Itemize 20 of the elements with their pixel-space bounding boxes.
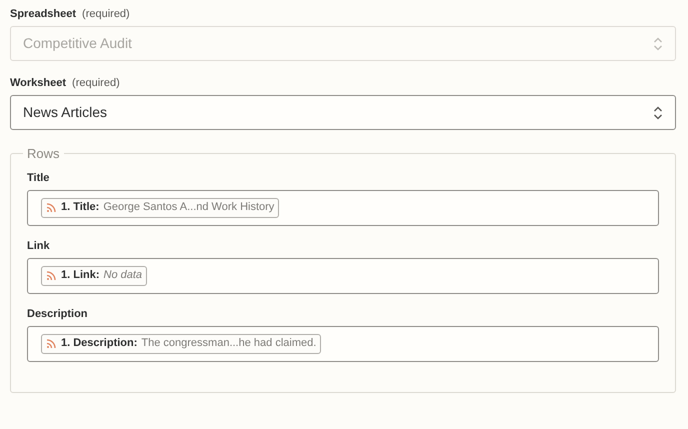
data-pill[interactable]: 1. Title: George Santos A...nd Work History [41, 198, 280, 218]
data-pill[interactable]: 1. Description: The congressman...he had claimed. [41, 334, 322, 354]
field-label: Link [27, 238, 51, 252]
data-pill[interactable]: 1. Link: No data [41, 266, 148, 286]
field-label: Description [27, 306, 89, 320]
field-label: Title [27, 170, 50, 184]
rss-icon [46, 270, 57, 281]
mapping-field[interactable]: 1. Description: The congressman...he had claimed. [27, 326, 659, 362]
mapping-field[interactable]: 1. Title: George Santos A...nd Work History [27, 190, 659, 226]
required-hint: (required) [72, 76, 120, 91]
select-field[interactable]: News Articles [10, 95, 676, 130]
required-hint: (required) [82, 7, 130, 22]
field-label: Worksheet [10, 76, 66, 91]
chevron-up-down-icon [653, 36, 663, 50]
rss-icon [46, 202, 57, 213]
rows-legend: Rows [23, 144, 64, 164]
mapping-field[interactable]: 1. Link: No data [27, 258, 659, 294]
chevron-up-down-icon [653, 106, 663, 120]
field-label: Spreadsheet [10, 7, 76, 22]
rss-icon [46, 338, 57, 349]
